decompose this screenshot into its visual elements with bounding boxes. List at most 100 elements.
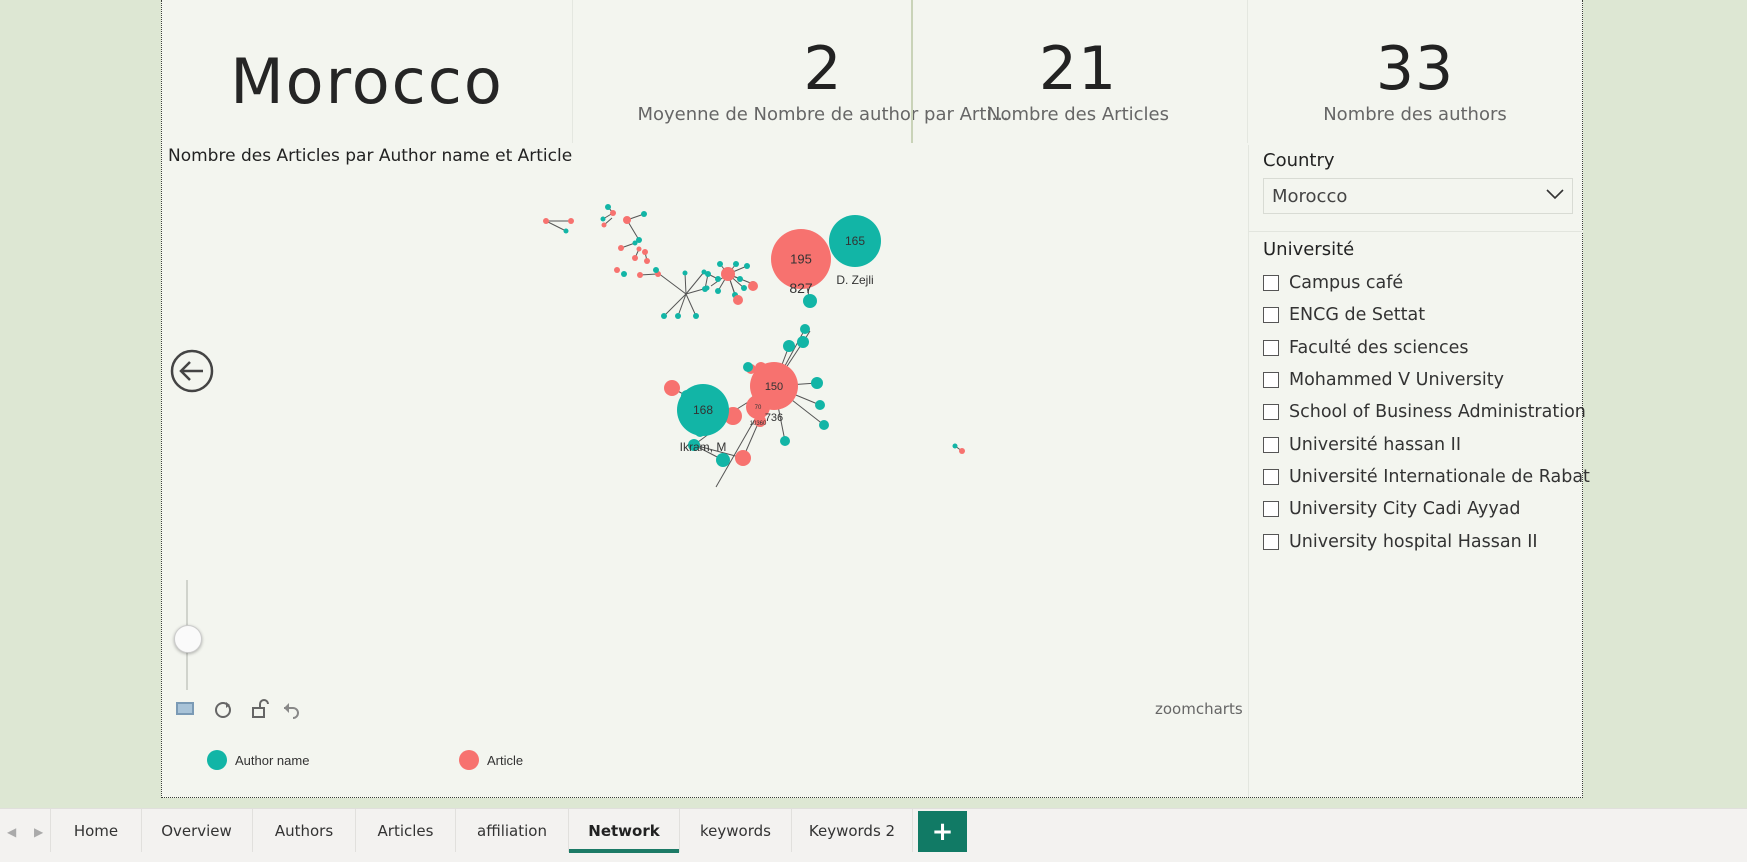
network-node[interactable] bbox=[959, 448, 965, 454]
checkbox[interactable] bbox=[1263, 533, 1279, 550]
network-node[interactable] bbox=[693, 313, 699, 319]
network-node[interactable] bbox=[800, 324, 810, 334]
tab-scroll-right-icon[interactable]: ▶ bbox=[34, 825, 43, 839]
network-node[interactable] bbox=[803, 294, 817, 308]
network-node[interactable] bbox=[952, 443, 958, 449]
checkbox[interactable] bbox=[1263, 275, 1279, 292]
network-node[interactable] bbox=[721, 267, 735, 281]
tab-affiliation[interactable]: affiliation bbox=[456, 809, 569, 852]
university-option[interactable]: School of Business Administration bbox=[1263, 396, 1590, 428]
network-node[interactable] bbox=[715, 276, 721, 282]
network-node[interactable] bbox=[811, 377, 823, 389]
tab-home[interactable]: Home bbox=[50, 809, 142, 852]
university-option[interactable]: University hospital Hassan II bbox=[1263, 525, 1590, 557]
checkbox[interactable] bbox=[1263, 501, 1279, 518]
tab-keywords-2[interactable]: Keywords 2 bbox=[792, 809, 913, 852]
country-dropdown[interactable]: Morocco bbox=[1263, 178, 1573, 214]
network-nodes[interactable] bbox=[543, 204, 1174, 798]
network-node[interactable] bbox=[641, 211, 647, 217]
article-legend-swatch bbox=[459, 750, 479, 770]
network-node[interactable] bbox=[563, 228, 569, 234]
network-node[interactable] bbox=[744, 263, 750, 269]
network-node[interactable] bbox=[636, 246, 642, 252]
network-node[interactable] bbox=[637, 272, 643, 278]
legend-item-author[interactable]: Author name bbox=[207, 750, 309, 770]
network-node[interactable] bbox=[705, 271, 711, 277]
network-chart[interactable]: 195 827 165 D. Zejli 150 736 168 Ikram, M 70 1036… bbox=[162, 158, 1248, 798]
university-option-label: University City Cadi Ayyad bbox=[1289, 499, 1521, 520]
network-node[interactable] bbox=[543, 218, 549, 224]
network-node[interactable] bbox=[797, 336, 809, 348]
university-option[interactable]: Université Internationale de Rabat bbox=[1263, 461, 1590, 493]
network-node[interactable] bbox=[819, 420, 829, 430]
network-node[interactable] bbox=[717, 261, 723, 267]
image-icon[interactable] bbox=[176, 702, 194, 715]
network-node[interactable] bbox=[600, 216, 606, 222]
university-option[interactable]: Université hassan II bbox=[1263, 428, 1590, 460]
network-node[interactable] bbox=[614, 267, 620, 273]
tab-keywords[interactable]: keywords bbox=[680, 809, 792, 852]
checkbox[interactable] bbox=[1263, 468, 1279, 485]
network-node[interactable] bbox=[735, 450, 751, 466]
checkbox[interactable] bbox=[1263, 404, 1279, 421]
country-dropdown-value: Morocco bbox=[1272, 186, 1348, 207]
checkbox[interactable] bbox=[1263, 436, 1279, 453]
country-card-value: Morocco bbox=[230, 45, 504, 118]
network-node[interactable] bbox=[741, 285, 747, 291]
network-node[interactable] bbox=[780, 436, 790, 446]
network-node[interactable] bbox=[601, 222, 607, 228]
country-slicer-header: Country bbox=[1263, 150, 1335, 171]
zoomcharts-logo: zoomcharts bbox=[1155, 700, 1243, 718]
university-option-label: Campus café bbox=[1289, 273, 1404, 294]
network-node[interactable] bbox=[610, 210, 616, 216]
network-node[interactable] bbox=[716, 453, 730, 467]
tab-network[interactable]: Network bbox=[569, 809, 680, 853]
network-node[interactable] bbox=[653, 267, 659, 273]
undo-icon[interactable] bbox=[284, 703, 299, 719]
network-node[interactable] bbox=[733, 261, 739, 267]
network-node[interactable] bbox=[644, 258, 650, 264]
add-page-button[interactable]: + bbox=[918, 811, 967, 852]
university-option[interactable]: ENCG de Settat bbox=[1263, 299, 1590, 331]
tab-overview[interactable]: Overview bbox=[141, 809, 253, 852]
network-node[interactable] bbox=[682, 270, 688, 276]
network-node[interactable] bbox=[621, 271, 627, 277]
network-node[interactable] bbox=[737, 276, 743, 282]
university-option[interactable]: Campus café bbox=[1263, 267, 1590, 299]
network-node[interactable] bbox=[715, 288, 721, 294]
authors-card: 33 Nombre des authors bbox=[1248, 0, 1582, 143]
network-node-caption: 827 bbox=[789, 280, 813, 296]
checkbox[interactable] bbox=[1263, 372, 1279, 389]
network-node[interactable] bbox=[675, 313, 681, 319]
network-node[interactable] bbox=[783, 340, 795, 352]
back-arrow-icon[interactable] bbox=[169, 348, 215, 394]
network-node[interactable] bbox=[664, 380, 680, 396]
checkbox[interactable] bbox=[1263, 339, 1279, 356]
tab-scroll-left-icon[interactable]: ◀ bbox=[7, 825, 16, 839]
tab-authors[interactable]: Authors bbox=[253, 809, 356, 852]
university-option-label: Université hassan II bbox=[1289, 434, 1462, 455]
network-node[interactable] bbox=[661, 313, 667, 319]
network-node[interactable] bbox=[568, 218, 574, 224]
checkbox[interactable] bbox=[1263, 307, 1279, 324]
network-node[interactable] bbox=[618, 245, 624, 251]
network-node[interactable] bbox=[642, 249, 648, 255]
network-node[interactable] bbox=[623, 216, 631, 224]
network-node[interactable] bbox=[632, 240, 638, 246]
refresh-icon[interactable] bbox=[215, 702, 231, 718]
zoom-slider-handle[interactable] bbox=[174, 625, 202, 653]
network-node[interactable] bbox=[743, 362, 753, 372]
university-option[interactable]: University City Cadi Ayyad bbox=[1263, 493, 1590, 525]
university-option[interactable]: Faculté des sciences bbox=[1263, 332, 1590, 364]
network-node[interactable] bbox=[632, 255, 638, 261]
network-node[interactable] bbox=[733, 295, 743, 305]
network-node[interactable] bbox=[815, 400, 825, 410]
network-node[interactable] bbox=[748, 281, 758, 291]
university-option[interactable]: Mohammed V University bbox=[1263, 364, 1590, 396]
university-slicer-header: Université bbox=[1263, 239, 1355, 260]
unlock-icon[interactable] bbox=[252, 699, 269, 718]
legend-item-article[interactable]: Article bbox=[459, 750, 523, 770]
network-node[interactable] bbox=[702, 286, 708, 292]
tab-articles[interactable]: Articles bbox=[356, 809, 456, 852]
network-node[interactable] bbox=[605, 204, 611, 210]
